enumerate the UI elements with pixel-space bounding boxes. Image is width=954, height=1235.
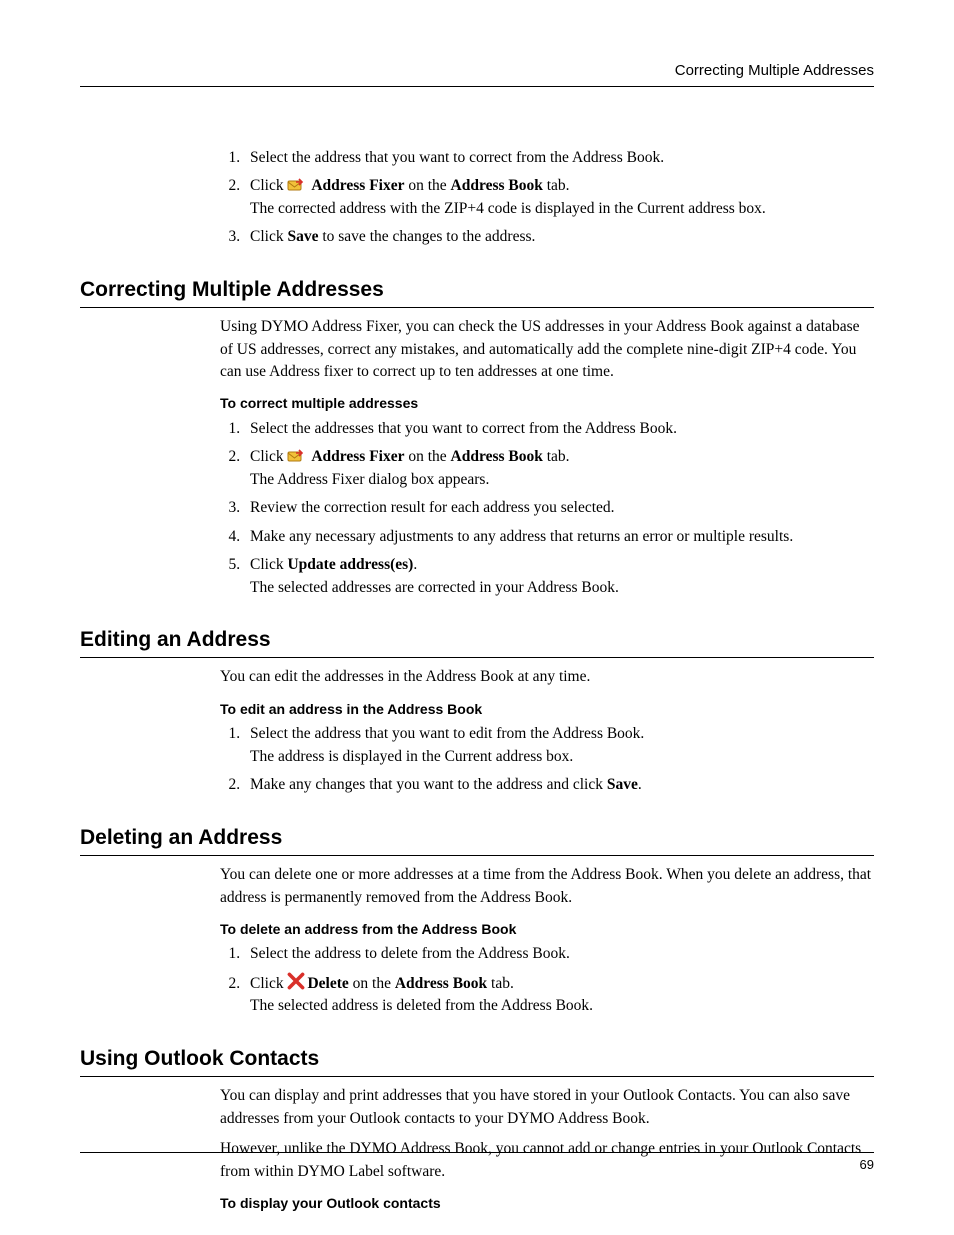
sec2-subhead: To edit an address in the Address Book [220,699,874,719]
sec2-body: You can edit the addresses in the Addres… [220,666,874,796]
heading-deleting: Deleting an Address [80,823,874,856]
top-step-3: Click Save to save the changes to the ad… [244,226,874,248]
sec1-step-5: Click Update address(es). The selected a… [244,554,874,599]
sec1-subhead: To correct multiple addresses [220,393,874,413]
sec4-subhead: To display your Outlook contacts [220,1193,874,1213]
sec4-intro2: However, unlike the DYMO Address Book, y… [220,1138,874,1183]
top-steps-list: Select the address that you want to corr… [220,147,874,249]
sec1-step-3: Review the correction result for each ad… [244,497,874,519]
heading-editing: Editing an Address [80,625,874,658]
top-step-2: Click Address Fixer on the Address Book … [244,175,874,220]
sec3-intro: You can delete one or more addresses at … [220,864,874,909]
sec2-intro: You can edit the addresses in the Addres… [220,666,874,688]
sec3-subhead: To delete an address from the Address Bo… [220,919,874,939]
sec3-step-2: Click Delete on the Address Book tab. Th… [244,972,874,1018]
sec4-body: You can display and print addresses that… [220,1085,874,1213]
sec2-steps: Select the address that you want to edit… [220,723,874,796]
page-number: 69 [860,1156,874,1175]
sec2-step-1: Select the address that you want to edit… [244,723,874,768]
sec1-step-4: Make any necessary adjustments to any ad… [244,526,874,548]
sec1-steps: Select the addresses that you want to co… [220,418,874,599]
top-step-1: Select the address that you want to corr… [244,147,874,169]
sec3-step-1: Select the address to delete from the Ad… [244,943,874,965]
sec1-intro: Using DYMO Address Fixer, you can check … [220,316,874,383]
sec2-step-2: Make any changes that you want to the ad… [244,774,874,796]
sec3-steps: Select the address to delete from the Ad… [220,943,874,1017]
page: Correcting Multiple Addresses Select the… [0,0,954,1235]
delete-icon [287,972,305,987]
sec1-body: Using DYMO Address Fixer, you can check … [220,316,874,599]
heading-correcting-multiple: Correcting Multiple Addresses [80,275,874,308]
address-fixer-icon [287,177,305,192]
sec3-body: You can delete one or more addresses at … [220,864,874,1018]
top-steps-block: Select the address that you want to corr… [220,147,874,249]
footer-rule [80,1152,874,1153]
address-fixer-icon [287,448,305,463]
running-head: Correcting Multiple Addresses [80,60,874,87]
sec4-intro1: You can display and print addresses that… [220,1085,874,1130]
sec1-step-2: Click Address Fixer on the Address Book … [244,446,874,491]
heading-outlook: Using Outlook Contacts [80,1044,874,1077]
sec1-step-1: Select the addresses that you want to co… [244,418,874,440]
page-content: Select the address that you want to corr… [80,147,874,1214]
